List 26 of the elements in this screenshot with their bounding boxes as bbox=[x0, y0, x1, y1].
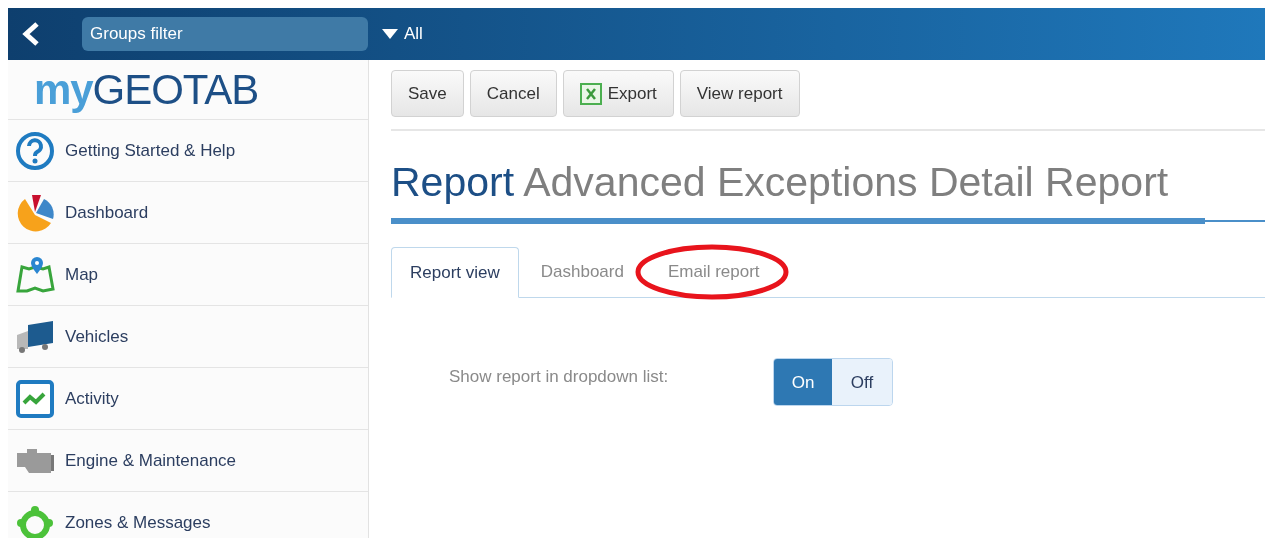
toolbar-button[interactable]: View report bbox=[679, 70, 800, 117]
activity-chart-icon bbox=[15, 378, 55, 419]
setting-label: Show report in dropdown list: bbox=[449, 365, 670, 388]
toolbar-button[interactable]: Export bbox=[562, 70, 674, 117]
groups-filter-field[interactable]: Groups filter bbox=[82, 17, 368, 51]
tab[interactable]: Report view bbox=[391, 247, 519, 299]
question-icon bbox=[15, 130, 55, 171]
toolbar-button[interactable]: Save bbox=[391, 70, 464, 117]
map-icon bbox=[15, 254, 55, 295]
sidebar-item[interactable]: Engine & Maintenance bbox=[8, 430, 368, 492]
pie-chart-icon bbox=[15, 192, 55, 233]
sidebar-item[interactable]: Map bbox=[8, 244, 368, 306]
logo: myGEOTAB bbox=[34, 68, 259, 111]
sidebar-item[interactable]: Getting Started & Help bbox=[8, 120, 368, 182]
page-title: Report Advanced Exceptions Detail Report bbox=[391, 158, 1170, 207]
sidebar-item[interactable]: Vehicles bbox=[8, 306, 368, 368]
sidebar-item[interactable]: Zones & Messages bbox=[8, 492, 368, 538]
sidebar-item[interactable]: Activity bbox=[8, 368, 368, 430]
spreadsheet-icon bbox=[579, 82, 602, 105]
toggle-option[interactable]: On bbox=[774, 359, 832, 406]
tab[interactable]: Dashboard bbox=[518, 246, 646, 298]
toolbar-button[interactable]: Cancel bbox=[469, 70, 557, 117]
toggle-option[interactable]: Off bbox=[832, 359, 892, 406]
filter-value[interactable]: All bbox=[404, 21, 423, 47]
caret-icon[interactable] bbox=[382, 29, 398, 39]
sidebar-item[interactable]: Dashboard bbox=[8, 182, 368, 244]
